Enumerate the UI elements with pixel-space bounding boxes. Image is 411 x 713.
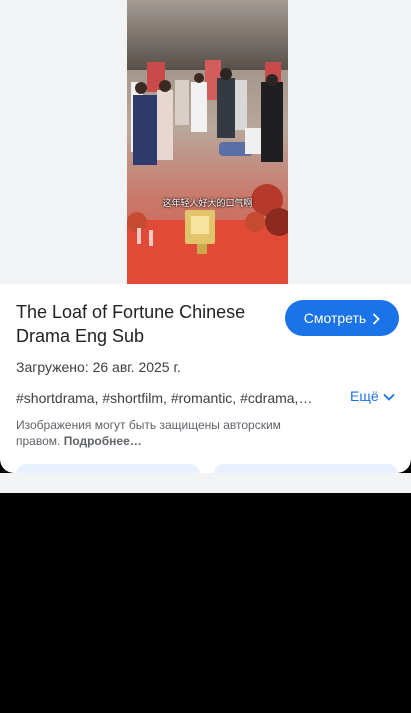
video-title[interactable]: The Loaf of Fortune Chinese Drama Eng Su… [16,300,266,348]
copyright-text: Изображения могут быть защищены авторски… [16,418,281,448]
page-background-strip [0,473,411,493]
upload-date: Загружено: 26 авг. 2025 г. [16,359,181,375]
more-button[interactable]: Ещё [350,388,395,404]
copyright-notice: Изображения могут быть защищены авторски… [16,417,316,449]
video-thumbnail[interactable]: 这年轻人好大的口气啊 [127,0,288,284]
learn-more-link[interactable]: Подробнее… [64,434,142,448]
thumbnail-scene [127,0,288,284]
image-viewer: 这年轻人好大的口气啊 [0,0,411,284]
watch-button-label: Смотреть [303,310,367,326]
chevron-down-icon [383,388,395,404]
more-button-label: Ещё [350,388,379,404]
watch-button[interactable]: Смотреть [285,300,399,336]
hashtags: #shortdrama, #shortfilm, #romantic, #cdr… [16,390,316,406]
result-card: The Loaf of Fortune Chinese Drama Eng Su… [0,284,411,484]
video-subtitle: 这年轻人好大的口气啊 [162,199,253,209]
chevron-right-icon [372,312,380,325]
